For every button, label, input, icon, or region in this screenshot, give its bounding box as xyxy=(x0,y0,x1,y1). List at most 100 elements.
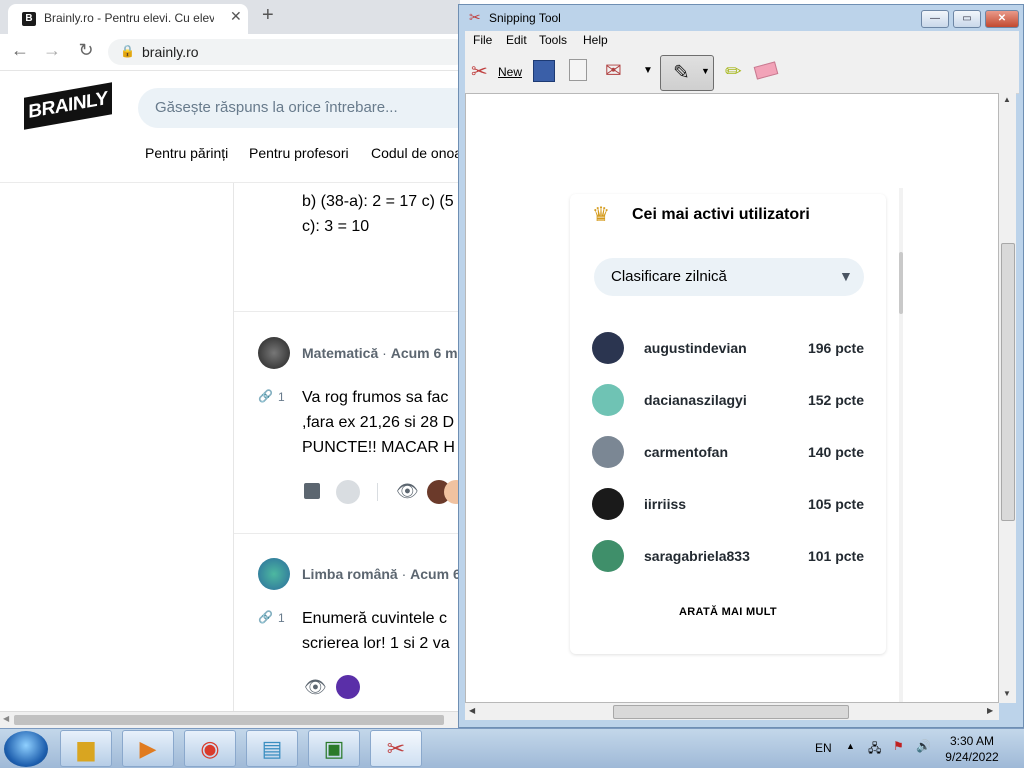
snipping-tool-taskbar-button[interactable]: ✂ xyxy=(370,730,422,767)
leaderboard-list: augustindevian 196 pcte dacianaszilagyi 152… xyxy=(570,194,886,594)
media-player-taskbar-button[interactable]: ▶ xyxy=(122,730,174,767)
show-more-button[interactable]: ARATĂ MAI MULT xyxy=(570,606,886,618)
explorer-taskbar-button[interactable]: ▆ xyxy=(60,730,112,767)
new-tab-button[interactable]: + xyxy=(262,4,274,27)
tab-close-icon[interactable]: ✕ xyxy=(230,8,242,25)
scissors-icon: ✂ xyxy=(386,736,406,761)
forward-arrow-icon[interactable]: → xyxy=(42,40,62,61)
new-snip-button[interactable]: New xyxy=(498,65,522,79)
scroll-up-icon[interactable]: ▲ xyxy=(1003,95,1011,104)
start-button[interactable] xyxy=(4,731,48,767)
clock-time: 3:30 AM xyxy=(949,734,995,748)
brainly-logo[interactable]: BRAINLY xyxy=(24,82,112,130)
scroll-left-icon[interactable]: ◀ xyxy=(469,706,475,715)
user-avatar[interactable] xyxy=(592,332,624,364)
nav-link-honor-code[interactable]: Codul de onoare xyxy=(371,145,460,161)
address-bar[interactable]: 🔒 brainly.ro xyxy=(108,39,460,65)
maximize-button[interactable]: ▭ xyxy=(953,10,981,28)
menu-edit[interactable]: Edit xyxy=(506,33,527,47)
leaderboard-row[interactable]: iirriiss 105 pcte xyxy=(570,488,886,522)
scissors-icon[interactable]: ✂ xyxy=(471,59,488,84)
save-icon[interactable] xyxy=(533,60,555,82)
clock[interactable]: 3:30 AM 9/24/2022 xyxy=(940,733,1004,765)
reload-icon[interactable]: ↻ xyxy=(76,40,96,61)
browser-window: B Brainly.ro - Pentru elevi. Cu elevi. ✕… xyxy=(0,0,460,728)
scrollbar-thumb[interactable] xyxy=(14,715,444,725)
menu-help[interactable]: Help xyxy=(583,33,608,47)
username[interactable]: dacianaszilagyi xyxy=(644,392,747,408)
username[interactable]: augustindevian xyxy=(644,340,747,356)
user-avatar[interactable] xyxy=(592,436,624,468)
question-text[interactable]: ,fara ex 21,26 si 28 D xyxy=(302,410,454,435)
browser-tab[interactable]: B Brainly.ro - Pentru elevi. Cu elevi. ✕ xyxy=(8,4,248,34)
tab-bar: B Brainly.ro - Pentru elevi. Cu elevi. ✕… xyxy=(0,0,460,34)
close-button[interactable]: ✕ xyxy=(985,10,1019,28)
volume-icon[interactable]: 🔊 xyxy=(916,739,931,753)
show-hidden-icons[interactable]: ▲ xyxy=(846,741,855,751)
user-avatar[interactable] xyxy=(592,540,624,572)
username[interactable]: iirriiss xyxy=(644,496,686,512)
menu-file[interactable]: File xyxy=(473,33,492,47)
title-bar[interactable]: ✂ Snipping Tool — ▭ ✕ xyxy=(459,5,1023,31)
answer-icon[interactable] xyxy=(304,483,320,499)
horizontal-scrollbar[interactable]: ◀ ▶ xyxy=(465,703,999,720)
highlighter-icon[interactable]: ✏ xyxy=(725,59,742,84)
question-text[interactable]: scrierea lor! 1 si 2 va xyxy=(302,631,450,656)
user-avatar[interactable] xyxy=(592,384,624,416)
scroll-down-icon[interactable]: ▼ xyxy=(1003,689,1011,698)
scroll-right-icon[interactable]: ▶ xyxy=(987,706,993,715)
username[interactable]: carmentofan xyxy=(644,444,728,460)
leaderboard-row[interactable]: saragabriela833 101 pcte xyxy=(570,540,886,574)
task-manager-taskbar-button[interactable]: ▣ xyxy=(308,730,360,767)
question-text[interactable]: Enumeră cuvintele c xyxy=(302,606,447,631)
leaderboard-row[interactable]: dacianaszilagyi 152 pcte xyxy=(570,384,886,418)
question-text[interactable]: Va rog frumos sa fac xyxy=(302,385,448,410)
network-icon[interactable]: 🖧 xyxy=(868,739,881,760)
back-arrow-icon[interactable]: ← xyxy=(10,40,30,61)
action-center-icon[interactable]: ⚑ xyxy=(893,739,904,753)
helper-icon[interactable] xyxy=(336,480,360,504)
attachment-count: 1 xyxy=(278,390,285,404)
scrollbar-thumb[interactable] xyxy=(613,705,849,719)
eye-icon[interactable]: 👁 xyxy=(396,481,419,502)
chevron-down-icon[interactable]: ▼ xyxy=(643,65,653,76)
minimize-button[interactable]: — xyxy=(921,10,949,28)
search-input[interactable]: Găsește răspuns la orice întrebare... xyxy=(138,88,460,128)
scrollbar-thumb[interactable] xyxy=(1001,243,1015,521)
scrollbar-thumb xyxy=(899,252,903,314)
copy-icon[interactable] xyxy=(569,59,587,81)
avatar[interactable] xyxy=(258,558,290,590)
username[interactable]: saragabriela833 xyxy=(644,548,750,564)
leaderboard-row[interactable]: augustindevian 196 pcte xyxy=(570,332,886,366)
scroll-left-icon[interactable]: ◀ xyxy=(3,714,9,723)
pen-tool-button[interactable]: ✎ ▼ xyxy=(660,55,714,91)
toolbar: ✂ New ✉ ▼ ✎ ▼ ✏ xyxy=(465,51,1019,94)
snipping-tool-window: ✂ Snipping Tool — ▭ ✕ File Edit Tools He… xyxy=(458,4,1024,728)
answer-text: c): 3 = 10 xyxy=(302,218,370,235)
attachment-icon: 🔗 xyxy=(258,610,273,624)
eye-icon[interactable]: 👁 xyxy=(304,677,327,698)
nav-link-teachers[interactable]: Pentru profesori xyxy=(249,145,349,161)
horizontal-scrollbar[interactable]: ◀ xyxy=(0,711,460,728)
address-row: ← → ↻ 🔒 brainly.ro xyxy=(0,34,460,71)
user-points: 140 pcte xyxy=(807,444,864,460)
notepad-taskbar-button[interactable]: ▤ xyxy=(246,730,298,767)
user-avatar[interactable] xyxy=(592,488,624,520)
nav-link-parents[interactable]: Pentru părinți xyxy=(145,145,228,161)
eraser-icon[interactable] xyxy=(753,61,779,80)
user-points: 101 pcte xyxy=(807,548,864,564)
menu-tools[interactable]: Tools xyxy=(539,33,567,47)
feed-divider xyxy=(234,311,460,312)
attachment-icon: 🔗 xyxy=(258,389,273,403)
avatar[interactable] xyxy=(258,337,290,369)
send-email-icon[interactable]: ✉ xyxy=(605,58,622,83)
question-text[interactable]: PUNCTE!! MACAR H xyxy=(302,435,455,460)
vertical-scrollbar[interactable]: ▲ ▼ xyxy=(999,93,1016,703)
language-indicator[interactable]: EN xyxy=(815,741,832,755)
chevron-down-icon[interactable]: ▼ xyxy=(701,66,710,76)
user-points: 152 pcte xyxy=(807,392,864,408)
avatar xyxy=(336,675,360,699)
chrome-taskbar-button[interactable]: ◉ xyxy=(184,730,236,767)
leaderboard-row[interactable]: carmentofan 140 pcte xyxy=(570,436,886,470)
brainly-favicon-icon: B xyxy=(22,12,36,26)
